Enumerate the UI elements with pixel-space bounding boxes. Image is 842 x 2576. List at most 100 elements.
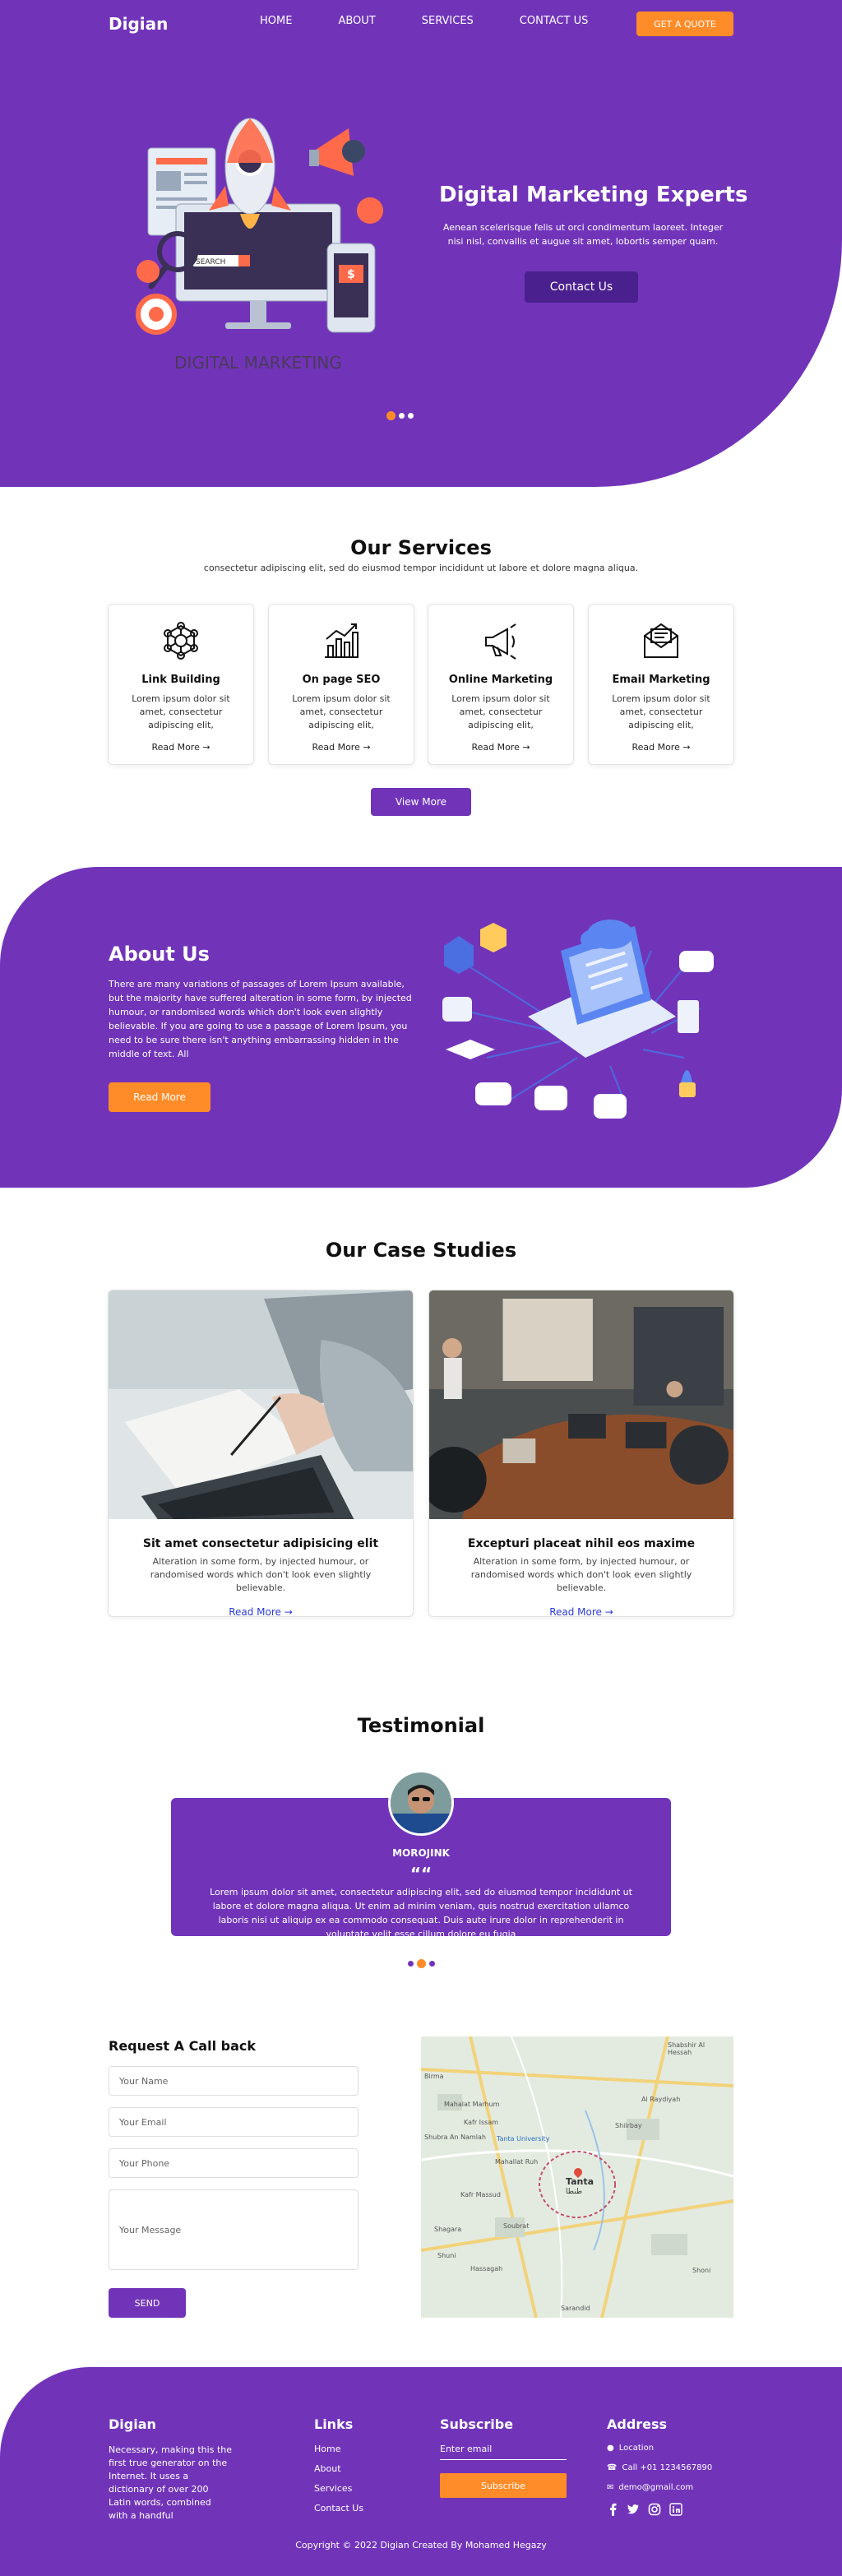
arrow-right-icon: → xyxy=(522,742,530,753)
case-study-read-more-link[interactable]: Read More → xyxy=(429,1606,733,1616)
service-card-email-marketing[interactable]: Email Marketing Lorem ipsum dolor sit am… xyxy=(588,604,734,765)
send-button[interactable]: SEND xyxy=(109,2288,186,2318)
phone-icon: ☎ xyxy=(607,2463,618,2472)
map-label: Soubrat xyxy=(503,2222,530,2230)
top-nav: Digian HOME ABOUT SERVICES CONTACT US GE… xyxy=(109,12,733,36)
cloud-computing-illustration xyxy=(442,920,714,1119)
laptop-paperwork-photo xyxy=(109,1290,413,1519)
services-subtitle: consectetur adipiscing elit, sed do eius… xyxy=(203,563,639,573)
footer-logo[interactable]: Digian xyxy=(109,2416,232,2432)
hero-slider-dots xyxy=(386,411,414,420)
map-city-label: Tanta xyxy=(566,2176,594,2187)
testimonial-dot-1[interactable] xyxy=(408,1961,414,1967)
case-study-card[interactable]: Sit amet consectetur adipisicing elit Al… xyxy=(108,1290,414,1617)
slider-dot-1[interactable] xyxy=(386,411,396,420)
message-field[interactable]: Your Message xyxy=(109,2189,359,2270)
subscribe-email-input[interactable]: Enter email xyxy=(440,2444,567,2460)
name-field[interactable]: Your Name xyxy=(109,2066,359,2096)
service-card-online-marketing[interactable]: Online Marketing Lorem ipsum dolor sit a… xyxy=(428,604,574,765)
footer-link-contact[interactable]: Contact Us xyxy=(314,2503,363,2513)
email-field[interactable]: Your Email xyxy=(109,2107,359,2137)
instagram-icon[interactable] xyxy=(648,2503,661,2516)
testimonial-title: Testimonial xyxy=(357,1714,485,1737)
address-location: ● Location xyxy=(607,2444,655,2453)
arrow-right-icon: → xyxy=(284,1606,293,1617)
case-study-text: Alteration in some form, by injected hum… xyxy=(150,1556,372,1593)
service-read-more-link[interactable]: Read More → xyxy=(109,742,253,753)
address-email: ✉ demo@gmail.com xyxy=(607,2483,694,2492)
testimonial-name: MOROJINK xyxy=(392,1847,450,1859)
avatar xyxy=(388,1770,454,1836)
about-read-more-button[interactable]: Read More xyxy=(109,1082,210,1112)
location-map[interactable]: Tanta طنطا Shabshir Al Hessah Birma Al R… xyxy=(421,2036,733,2318)
map-label: Mahallat Ruh xyxy=(495,2158,539,2166)
logo[interactable]: Digian xyxy=(109,14,168,34)
service-title: Email Marketing xyxy=(612,674,710,686)
email-icon xyxy=(644,623,678,658)
service-read-more-link[interactable]: Read More → xyxy=(428,742,573,753)
case-studies-title: Our Case Studies xyxy=(325,1239,517,1262)
map-label: Tanta University xyxy=(497,2135,550,2143)
art-caption: DIGITAL MARKETING xyxy=(174,353,342,373)
service-card-on-page-seo[interactable]: On page SEO Lorem ipsum dolor sit amet, … xyxy=(268,604,414,765)
subscribe-button[interactable]: Subscribe xyxy=(440,2473,567,2498)
testimonial-text: Lorem ipsum dolor sit amet, consectetur … xyxy=(210,1887,632,1939)
service-text: Lorem ipsum dolor sit amet, consectetur … xyxy=(132,693,230,730)
footer-address: Address ● Location ☎ Call +01 1234567890… xyxy=(607,2416,712,2516)
service-title: Online Marketing xyxy=(448,674,553,686)
case-study-text: Alteration in some form, by injected hum… xyxy=(470,1556,692,1593)
envelope-icon: ✉ xyxy=(607,2483,614,2492)
case-study-read-more-link[interactable]: Read More → xyxy=(109,1606,413,1617)
linkedin-icon[interactable] xyxy=(669,2503,682,2516)
get-quote-button[interactable]: GET A QUOTE xyxy=(636,12,733,36)
footer-brand: Digian Necessary, making this the first … xyxy=(109,2416,232,2523)
slider-dot-2[interactable] xyxy=(399,413,405,419)
arrow-right-icon: → xyxy=(363,742,371,753)
map-label: Shoni xyxy=(692,2267,711,2274)
map-label: Birma xyxy=(424,2073,444,2080)
nav-services[interactable]: SERVICES xyxy=(422,15,474,27)
footer-links-title: Links xyxy=(314,2416,354,2432)
about-title: About Us xyxy=(109,943,210,966)
arrow-right-icon: → xyxy=(202,742,210,753)
footer-links: Links Home About Services Contact Us xyxy=(314,2416,363,2523)
footer-link-about[interactable]: About xyxy=(314,2463,363,2474)
quote-icon: ““ xyxy=(409,1864,433,1883)
footer-subscribe: Subscribe Enter email Subscribe xyxy=(440,2416,567,2498)
phone-field[interactable]: Your Phone xyxy=(109,2148,359,2178)
nav-contact[interactable]: CONTACT US xyxy=(520,15,589,27)
case-study-card[interactable]: Excepturi placeat nihil eos maxime Alter… xyxy=(428,1290,734,1617)
service-card-link-building[interactable]: Link Building Lorem ipsum dolor sit amet… xyxy=(108,604,254,765)
service-read-more-link[interactable]: Read More → xyxy=(269,742,414,753)
nav-home[interactable]: HOME xyxy=(260,15,292,27)
testimonial-dot-2[interactable] xyxy=(417,1959,426,1968)
about-text: There are many variations of passages of… xyxy=(109,979,412,1059)
hero-title: Digital Marketing Experts xyxy=(439,183,748,207)
twitter-icon[interactable] xyxy=(627,2503,640,2516)
nav-about[interactable]: ABOUT xyxy=(338,15,375,27)
nav-links: HOME ABOUT SERVICES CONTACT US xyxy=(260,15,588,27)
map-label: Shabshir Al Hessah xyxy=(668,2041,706,2056)
digital-marketing-illustration: SEARCH $ DIGITAL MARKETING xyxy=(136,118,383,373)
megaphone-icon xyxy=(485,623,516,660)
service-text: Lorem ipsum dolor sit amet, consectetur … xyxy=(292,693,391,730)
slider-dot-3[interactable] xyxy=(408,413,414,419)
address-phone: ☎ Call +01 1234567890 xyxy=(607,2463,713,2472)
map-label: Shubra An Namlah xyxy=(424,2134,486,2141)
service-text: Lorem ipsum dolor sit amet, consectetur … xyxy=(451,693,550,730)
hero-subtitle: Aenean scelerisque felis ut orci condime… xyxy=(442,222,724,247)
service-read-more-link[interactable]: Read More → xyxy=(589,742,733,753)
footer-link-services[interactable]: Services xyxy=(314,2483,363,2494)
map-label: Al Raydiyah xyxy=(641,2096,681,2103)
testimonial-dot-3[interactable] xyxy=(429,1961,435,1967)
services-title: Our Services xyxy=(350,536,492,559)
footer-link-home[interactable]: Home xyxy=(314,2444,363,2454)
view-more-button[interactable]: View More xyxy=(371,788,471,816)
contact-us-button[interactable]: Contact Us xyxy=(525,271,638,303)
about-section: About Us There are many variations of pa… xyxy=(0,867,842,1188)
hero-section: Digian HOME ABOUT SERVICES CONTACT US GE… xyxy=(0,0,842,487)
footer: Digian Necessary, making this the first … xyxy=(0,2367,842,2576)
facebook-icon[interactable] xyxy=(607,2503,618,2516)
map-label: Mahalat Marhum xyxy=(444,2101,500,2108)
svg-text:$: $ xyxy=(347,268,355,281)
